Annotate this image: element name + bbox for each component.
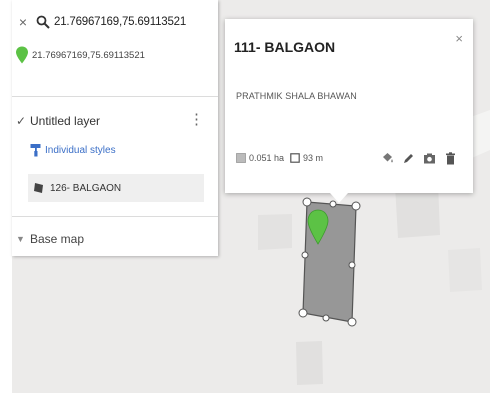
popup-pointer [330, 193, 348, 203]
length-value: 93 m [303, 153, 324, 163]
delete-trash-icon[interactable] [441, 149, 459, 167]
measurements: 0.051 ha 93 m [236, 153, 323, 163]
feature-list-item[interactable]: 126- BALGAON [28, 174, 204, 202]
divider [12, 96, 218, 97]
layers-panel: × 21.76967169,75.69113521 21.76967169,75… [12, 0, 218, 256]
search-icon[interactable] [36, 15, 50, 29]
layer-header[interactable]: ✓ Untitled layer [12, 112, 218, 130]
vertex-handle[interactable] [351, 201, 361, 211]
basemap-label: Base map [30, 232, 85, 246]
popup-title: 111- BALGAON [234, 39, 336, 55]
vertex-handle[interactable] [322, 314, 330, 322]
building-shape [296, 341, 323, 385]
search-bar: × 21.76967169,75.69113521 [12, 12, 218, 32]
divider [12, 216, 218, 217]
popup-description: PRATHMIK SHALA BHAWAN [236, 91, 357, 101]
search-result[interactable]: 21.76967169,75.69113521 [12, 44, 218, 66]
building-shape [448, 248, 482, 292]
result-coordinates: 21.76967169,75.69113521 [32, 49, 145, 61]
basemap-toggle[interactable]: ▼ Base map [12, 230, 218, 248]
vertex-handle[interactable] [302, 197, 312, 207]
vertex-handle[interactable] [347, 317, 357, 327]
search-query[interactable]: 21.76967169,75.69113521 [54, 16, 186, 28]
individual-styles-link[interactable]: Individual styles [30, 142, 116, 158]
area-icon [236, 153, 246, 163]
frame-edge [0, 0, 12, 406]
edit-pencil-icon[interactable] [399, 149, 417, 167]
vertex-handle[interactable] [298, 308, 308, 318]
camera-icon[interactable] [420, 149, 438, 167]
fill-style-icon[interactable] [378, 149, 396, 167]
polygon-icon [34, 183, 43, 193]
close-icon[interactable]: × [455, 31, 463, 46]
clear-search-icon[interactable]: × [12, 14, 34, 30]
area-value: 0.051 ha [249, 153, 285, 163]
chevron-down-icon: ▼ [16, 234, 25, 244]
green-pin-icon [16, 46, 28, 64]
popup-toolbar [375, 149, 459, 167]
individual-styles-label: Individual styles [45, 144, 116, 156]
frame-edge [0, 393, 490, 406]
feature-info-popup: 111- BALGAON × PRATHMIK SHALA BHAWAN 0.0… [225, 19, 473, 203]
paint-roller-icon [30, 144, 41, 157]
vertex-handle[interactable] [301, 251, 309, 259]
layer-options-icon[interactable]: ⋮ [189, 110, 204, 130]
vertex-handle[interactable] [348, 261, 356, 269]
building-shape [258, 214, 292, 250]
layer-title[interactable]: Untitled layer [30, 114, 100, 128]
perimeter-icon [290, 153, 300, 163]
layer-visibility-checkbox[interactable]: ✓ [16, 114, 28, 128]
feature-label: 126- BALGAON [50, 182, 122, 194]
